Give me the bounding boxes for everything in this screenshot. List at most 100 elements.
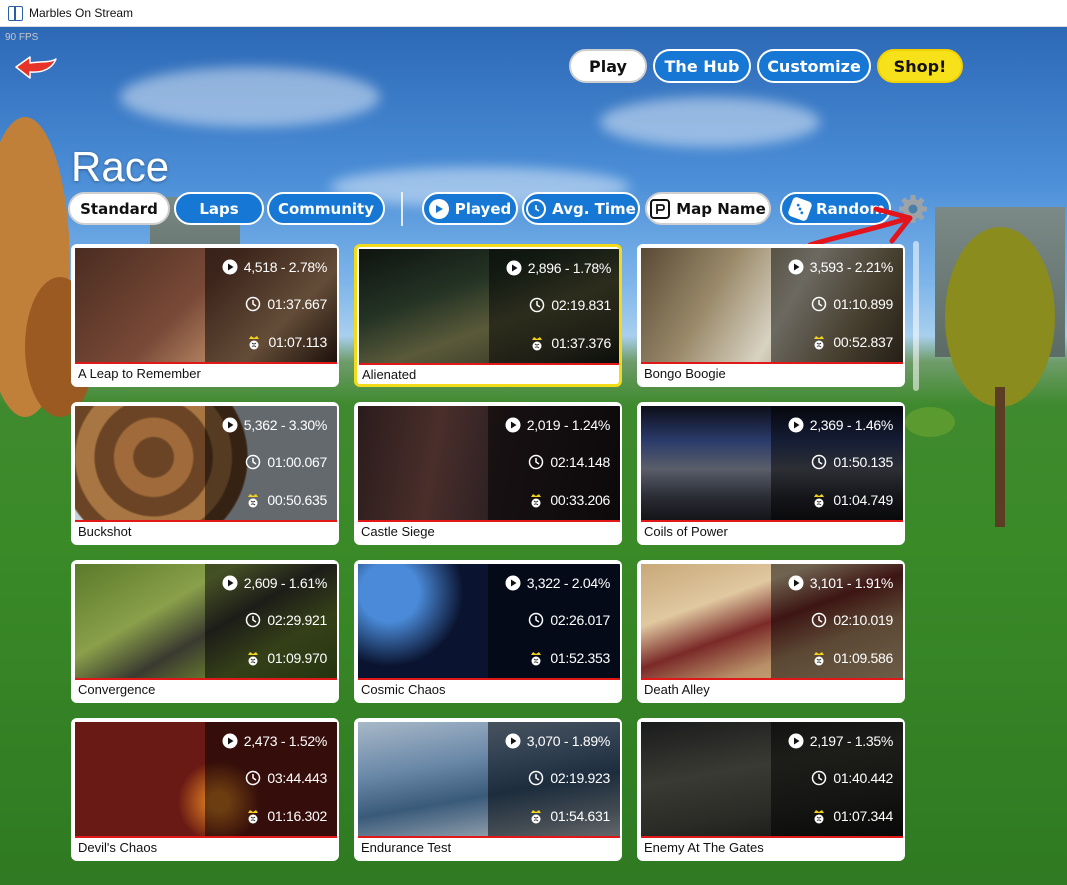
- tab-community[interactable]: Community: [267, 192, 385, 225]
- top-navigation: Play The Hub Customize Shop!: [569, 49, 963, 83]
- map-thumbnail: 2,609 - 1.61% 02:29.921 01:09.970: [75, 564, 337, 678]
- play-icon: [788, 733, 804, 749]
- play-icon: [222, 575, 238, 591]
- bush: [905, 407, 955, 437]
- clock-icon: [812, 612, 827, 628]
- played-count: 3,101 - 1.91%: [809, 575, 894, 591]
- map-card[interactable]: 2,197 - 1.35% 01:40.442 01:07.344 Enemy …: [637, 718, 905, 861]
- map-thumbnail: 2,197 - 1.35% 01:40.442 01:07.344: [641, 722, 903, 836]
- clock-icon: [246, 454, 261, 470]
- played-count: 2,473 - 1.52%: [243, 733, 328, 749]
- settings-gear-icon[interactable]: [897, 193, 929, 225]
- crown-globe-icon: [531, 810, 542, 824]
- average-time: 02:29.921: [267, 612, 327, 628]
- record-time: 01:09.586: [833, 650, 893, 666]
- map-name: Bongo Boogie: [644, 366, 726, 381]
- card-divider: [358, 836, 620, 838]
- crown-globe-icon: [814, 494, 825, 508]
- average-time: 01:00.067: [267, 454, 327, 470]
- average-time: 01:10.899: [833, 296, 893, 312]
- clock-icon: [246, 612, 261, 628]
- average-time: 02:10.019: [833, 612, 893, 628]
- sort-avg-time-button[interactable]: Avg. Time: [522, 192, 640, 225]
- average-time: 01:37.667: [267, 296, 327, 312]
- map-name: Death Alley: [644, 682, 710, 697]
- crown-globe-icon: [248, 494, 259, 508]
- play-icon: [222, 259, 238, 275]
- clock-icon: [529, 454, 544, 470]
- card-divider: [75, 678, 337, 680]
- played-count: 2,369 - 1.46%: [809, 417, 894, 433]
- average-time: 02:19.831: [551, 297, 611, 313]
- sort-played-button[interactable]: Played: [422, 192, 518, 225]
- map-card[interactable]: 2,473 - 1.52% 03:44.443 01:16.302 Devil'…: [71, 718, 339, 861]
- list-scrollbar[interactable]: [913, 241, 919, 391]
- play-icon: [788, 417, 804, 433]
- clock-icon: [812, 454, 827, 470]
- play-icon: [505, 417, 521, 433]
- clock-icon: [246, 296, 261, 312]
- card-divider: [358, 678, 620, 680]
- play-icon: [506, 260, 522, 276]
- average-time: 03:44.443: [267, 770, 327, 786]
- play-icon: [788, 259, 804, 275]
- crown-globe-icon: [814, 652, 825, 666]
- play-nav-button[interactable]: Play: [569, 49, 647, 83]
- crown-globe-icon: [249, 336, 260, 350]
- record-time: 01:04.749: [833, 492, 893, 508]
- record-time: 00:52.837: [833, 334, 893, 350]
- map-thumbnail: 3,593 - 2.21% 01:10.899 00:52.837: [641, 248, 903, 362]
- card-divider: [358, 520, 620, 522]
- map-name: Castle Siege: [361, 524, 435, 539]
- map-card[interactable]: 3,101 - 1.91% 02:10.019 01:09.586 Death …: [637, 560, 905, 703]
- played-count: 3,593 - 2.21%: [809, 259, 894, 275]
- sort-played-label: Played: [454, 199, 512, 218]
- map-name: Enemy At The Gates: [644, 840, 764, 855]
- crown-globe-icon: [248, 652, 259, 666]
- map-name: Convergence: [78, 682, 156, 697]
- map-name: Buckshot: [78, 524, 132, 539]
- record-time: 01:07.113: [268, 334, 327, 350]
- the-hub-nav-button[interactable]: The Hub: [653, 49, 751, 83]
- played-count: 2,197 - 1.35%: [809, 733, 894, 749]
- play-icon: [428, 198, 449, 219]
- average-time: 02:19.923: [550, 770, 610, 786]
- tab-laps[interactable]: Laps: [174, 192, 264, 225]
- average-time: 02:14.148: [550, 454, 610, 470]
- map-card[interactable]: 2,369 - 1.46% 01:50.135 01:04.749 Coils …: [637, 402, 905, 545]
- average-time: 01:40.442: [833, 770, 893, 786]
- dice-icon: [787, 195, 813, 222]
- map-card-selected[interactable]: 2,896 - 1.78% 02:19.831 01:37.376 Aliena…: [354, 244, 622, 387]
- shop-nav-button[interactable]: Shop!: [877, 49, 963, 83]
- crown-globe-icon: [248, 810, 259, 824]
- record-time: 00:33.206: [550, 492, 610, 508]
- played-count: 2,609 - 1.61%: [243, 575, 328, 591]
- back-arrow-icon[interactable]: [12, 51, 60, 81]
- clock-icon: [812, 770, 827, 786]
- map-name: Endurance Test: [361, 840, 452, 855]
- clock-icon: [812, 296, 827, 312]
- tab-standard[interactable]: Standard: [68, 192, 170, 225]
- map-card[interactable]: 3,593 - 2.21% 01:10.899 00:52.837 Bongo …: [637, 244, 905, 387]
- map-card[interactable]: 5,362 - 3.30% 01:00.067 00:50.635 Bucksh…: [71, 402, 339, 545]
- play-icon: [505, 575, 521, 591]
- map-card[interactable]: 2,019 - 1.24% 02:14.148 00:33.206 Castle…: [354, 402, 622, 545]
- map-card[interactable]: 4,518 - 2.78% 01:37.667 01:07.113 A Leap…: [71, 244, 339, 387]
- map-card[interactable]: 3,070 - 1.89% 02:19.923 01:54.631 Endura…: [354, 718, 622, 861]
- map-thumbnail: 5,362 - 3.30% 01:00.067 00:50.635: [75, 406, 337, 520]
- map-thumbnail: 2,896 - 1.78% 02:19.831 01:37.376: [359, 249, 619, 363]
- sort-map-name-label: Map Name: [676, 199, 766, 218]
- fps-counter: 90 FPS: [5, 32, 39, 43]
- map-thumbnail: 2,019 - 1.24% 02:14.148 00:33.206: [358, 406, 620, 520]
- crown-globe-icon: [532, 337, 543, 351]
- map-card[interactable]: 2,609 - 1.61% 02:29.921 01:09.970 Conver…: [71, 560, 339, 703]
- clock-icon: [530, 297, 545, 313]
- game-scene: 90 FPS Play The Hub Customize Shop! Race…: [0, 27, 1067, 885]
- sort-random-button[interactable]: Random: [780, 192, 891, 225]
- customize-nav-button[interactable]: Customize: [757, 49, 871, 83]
- map-card[interactable]: 3,322 - 2.04% 02:26.017 01:52.353 Cosmic…: [354, 560, 622, 703]
- sort-map-name-button[interactable]: Map Name: [645, 192, 771, 225]
- map-thumbnail: 2,369 - 1.46% 01:50.135 01:04.749: [641, 406, 903, 520]
- played-count: 4,518 - 2.78%: [243, 259, 328, 275]
- sort-random-label: Random: [816, 199, 886, 218]
